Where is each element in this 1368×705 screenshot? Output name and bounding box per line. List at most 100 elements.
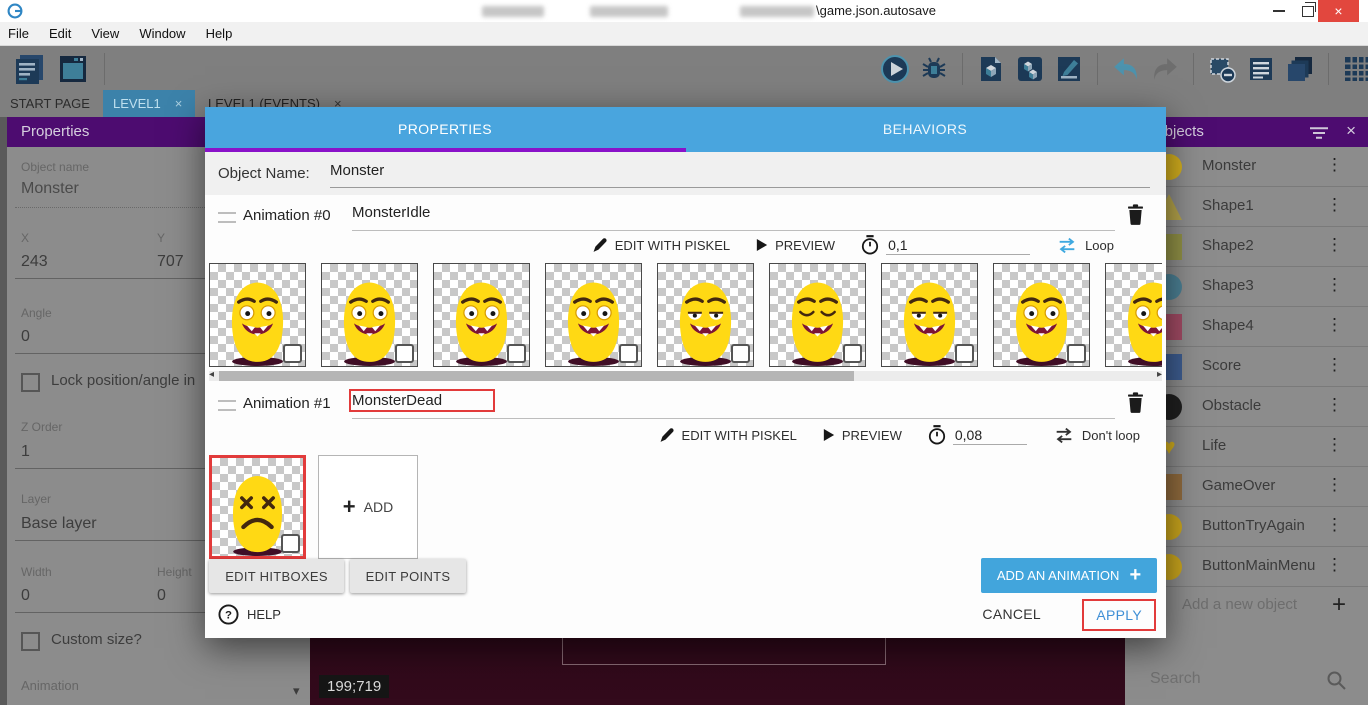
frame-corner-button[interactable] xyxy=(955,344,974,363)
animation-frame[interactable] xyxy=(545,263,642,367)
kebab-menu-icon[interactable]: ⋮ xyxy=(1326,515,1344,535)
preview-button[interactable]: PREVIEW xyxy=(823,428,902,443)
loop-toggle[interactable]: Don't loop xyxy=(1053,427,1140,444)
cancel-button[interactable]: CANCEL xyxy=(982,606,1041,622)
animation-frame[interactable] xyxy=(209,263,306,367)
lock-position-checkbox[interactable] xyxy=(21,373,40,392)
scene-editor-icon[interactable] xyxy=(56,52,90,86)
animation-frame[interactable] xyxy=(433,263,530,367)
duration-input[interactable] xyxy=(953,426,1027,445)
animation-frame[interactable] xyxy=(321,263,418,367)
frame-duration-field[interactable] xyxy=(861,235,1030,255)
dialog-tab-behaviors[interactable]: BEHAVIORS xyxy=(685,107,1165,152)
debug-bug-icon[interactable] xyxy=(919,54,949,84)
add-frame-button[interactable]: + ADD xyxy=(318,455,418,559)
preview-button[interactable]: PREVIEW xyxy=(756,238,835,253)
animation-frame[interactable] xyxy=(769,263,866,367)
menu-view[interactable]: View xyxy=(81,26,129,41)
toolbar-separator xyxy=(1328,53,1329,85)
tab-start-page[interactable]: START PAGE xyxy=(0,90,100,117)
object-name-input[interactable] xyxy=(330,162,930,179)
frame-corner-button[interactable] xyxy=(731,344,750,363)
layer-value[interactable]: Base layer xyxy=(21,515,97,533)
drag-handle-icon[interactable] xyxy=(218,212,236,223)
scroll-right-icon[interactable]: ▸ xyxy=(1157,369,1162,380)
close-button[interactable]: × xyxy=(1318,0,1359,22)
angle-value[interactable]: 0 xyxy=(21,328,30,346)
play-button-icon[interactable] xyxy=(880,54,910,84)
frame-corner-button[interactable] xyxy=(1067,344,1086,363)
y-value[interactable]: 707 xyxy=(157,253,184,271)
frame-corner-button[interactable] xyxy=(619,344,638,363)
animation-frame[interactable] xyxy=(993,263,1090,367)
kebab-menu-icon[interactable]: ⋮ xyxy=(1326,555,1344,575)
delete-instances-icon[interactable] xyxy=(1207,54,1237,84)
animation-dropdown-icon[interactable]: ▾ xyxy=(293,683,300,699)
edit-hitboxes-button[interactable]: EDIT HITBOXES xyxy=(209,559,344,593)
x-value[interactable]: 243 xyxy=(21,253,48,271)
objects-search[interactable]: Search xyxy=(1125,662,1368,702)
custom-size-checkbox[interactable] xyxy=(21,632,40,651)
add-animation-button[interactable]: ADD AN ANIMATION + xyxy=(981,558,1157,593)
menu-edit[interactable]: Edit xyxy=(39,26,81,41)
scene-properties-icon[interactable] xyxy=(1054,54,1084,84)
kebab-menu-icon[interactable]: ⋮ xyxy=(1326,475,1344,495)
kebab-menu-icon[interactable]: ⋮ xyxy=(1326,155,1344,175)
scrollbar-thumb[interactable] xyxy=(219,371,854,381)
animation-frame[interactable] xyxy=(881,263,978,367)
menu-window[interactable]: Window xyxy=(129,26,195,41)
help-button[interactable]: ? HELP xyxy=(218,604,281,625)
object-name-value[interactable]: Monster xyxy=(21,180,79,198)
undo-icon[interactable] xyxy=(1111,54,1141,84)
kebab-menu-icon[interactable]: ⋮ xyxy=(1326,275,1344,295)
dialog-tab-properties[interactable]: PROPERTIES xyxy=(205,107,685,152)
delete-animation-icon[interactable] xyxy=(1127,204,1144,225)
add-object-icon[interactable] xyxy=(976,54,1006,84)
kebab-menu-icon[interactable]: ⋮ xyxy=(1326,435,1344,455)
edit-with-piskel-button[interactable]: EDIT WITH PISKEL xyxy=(658,427,797,444)
tab-close-icon[interactable]: × xyxy=(175,96,183,111)
instances-list-icon[interactable] xyxy=(1246,54,1276,84)
animation0-header: Animation #0 xyxy=(205,197,1166,235)
frames-scrollbar[interactable]: ◂ ▸ xyxy=(209,371,1162,381)
edit-points-button[interactable]: EDIT POINTS xyxy=(350,559,466,593)
width-value[interactable]: 0 xyxy=(21,587,30,605)
animation0-name-input[interactable] xyxy=(352,204,612,221)
objects-groups-icon[interactable] xyxy=(1015,54,1045,84)
frame-corner-button[interactable] xyxy=(507,344,526,363)
kebab-menu-icon[interactable]: ⋮ xyxy=(1326,235,1344,255)
animation-frame[interactable] xyxy=(657,263,754,367)
grid-icon[interactable] xyxy=(1342,54,1368,84)
tab-level1[interactable]: LEVEL1 × xyxy=(103,90,195,117)
frame-corner-button[interactable] xyxy=(843,344,862,363)
kebab-menu-icon[interactable]: ⋮ xyxy=(1326,355,1344,375)
animation1-name-input[interactable] xyxy=(352,392,492,409)
kebab-menu-icon[interactable]: ⋮ xyxy=(1326,195,1344,215)
animation-frame[interactable] xyxy=(1105,263,1162,367)
edit-with-piskel-button[interactable]: EDIT WITH PISKEL xyxy=(591,237,730,254)
loop-toggle[interactable]: Loop xyxy=(1056,237,1114,254)
menu-help[interactable]: Help xyxy=(196,26,243,41)
menu-file[interactable]: File xyxy=(0,26,39,41)
frame-duration-field[interactable] xyxy=(928,425,1027,445)
frame-corner-button[interactable] xyxy=(395,344,414,363)
monster-sprite xyxy=(1106,264,1162,366)
delete-animation-icon[interactable] xyxy=(1127,392,1144,413)
drag-handle-icon[interactable] xyxy=(218,400,236,411)
scroll-left-icon[interactable]: ◂ xyxy=(209,369,214,380)
apply-button[interactable]: APPLY xyxy=(1096,607,1142,623)
kebab-menu-icon[interactable]: ⋮ xyxy=(1326,395,1344,415)
minimize-button[interactable] xyxy=(1262,0,1296,22)
animation-frame-selected[interactable] xyxy=(209,455,306,559)
layers-icon[interactable] xyxy=(1285,54,1315,84)
frame-corner-button[interactable] xyxy=(283,344,302,363)
redo-icon[interactable] xyxy=(1150,54,1180,84)
panel-close-icon[interactable]: × xyxy=(1346,121,1356,141)
z-order-value[interactable]: 1 xyxy=(21,443,30,461)
duration-input[interactable] xyxy=(886,236,1030,255)
height-value[interactable]: 0 xyxy=(157,587,166,605)
kebab-menu-icon[interactable]: ⋮ xyxy=(1326,315,1344,335)
frame-corner-button[interactable] xyxy=(281,534,300,553)
project-manager-icon[interactable] xyxy=(12,52,46,86)
filter-icon[interactable] xyxy=(1310,126,1328,144)
